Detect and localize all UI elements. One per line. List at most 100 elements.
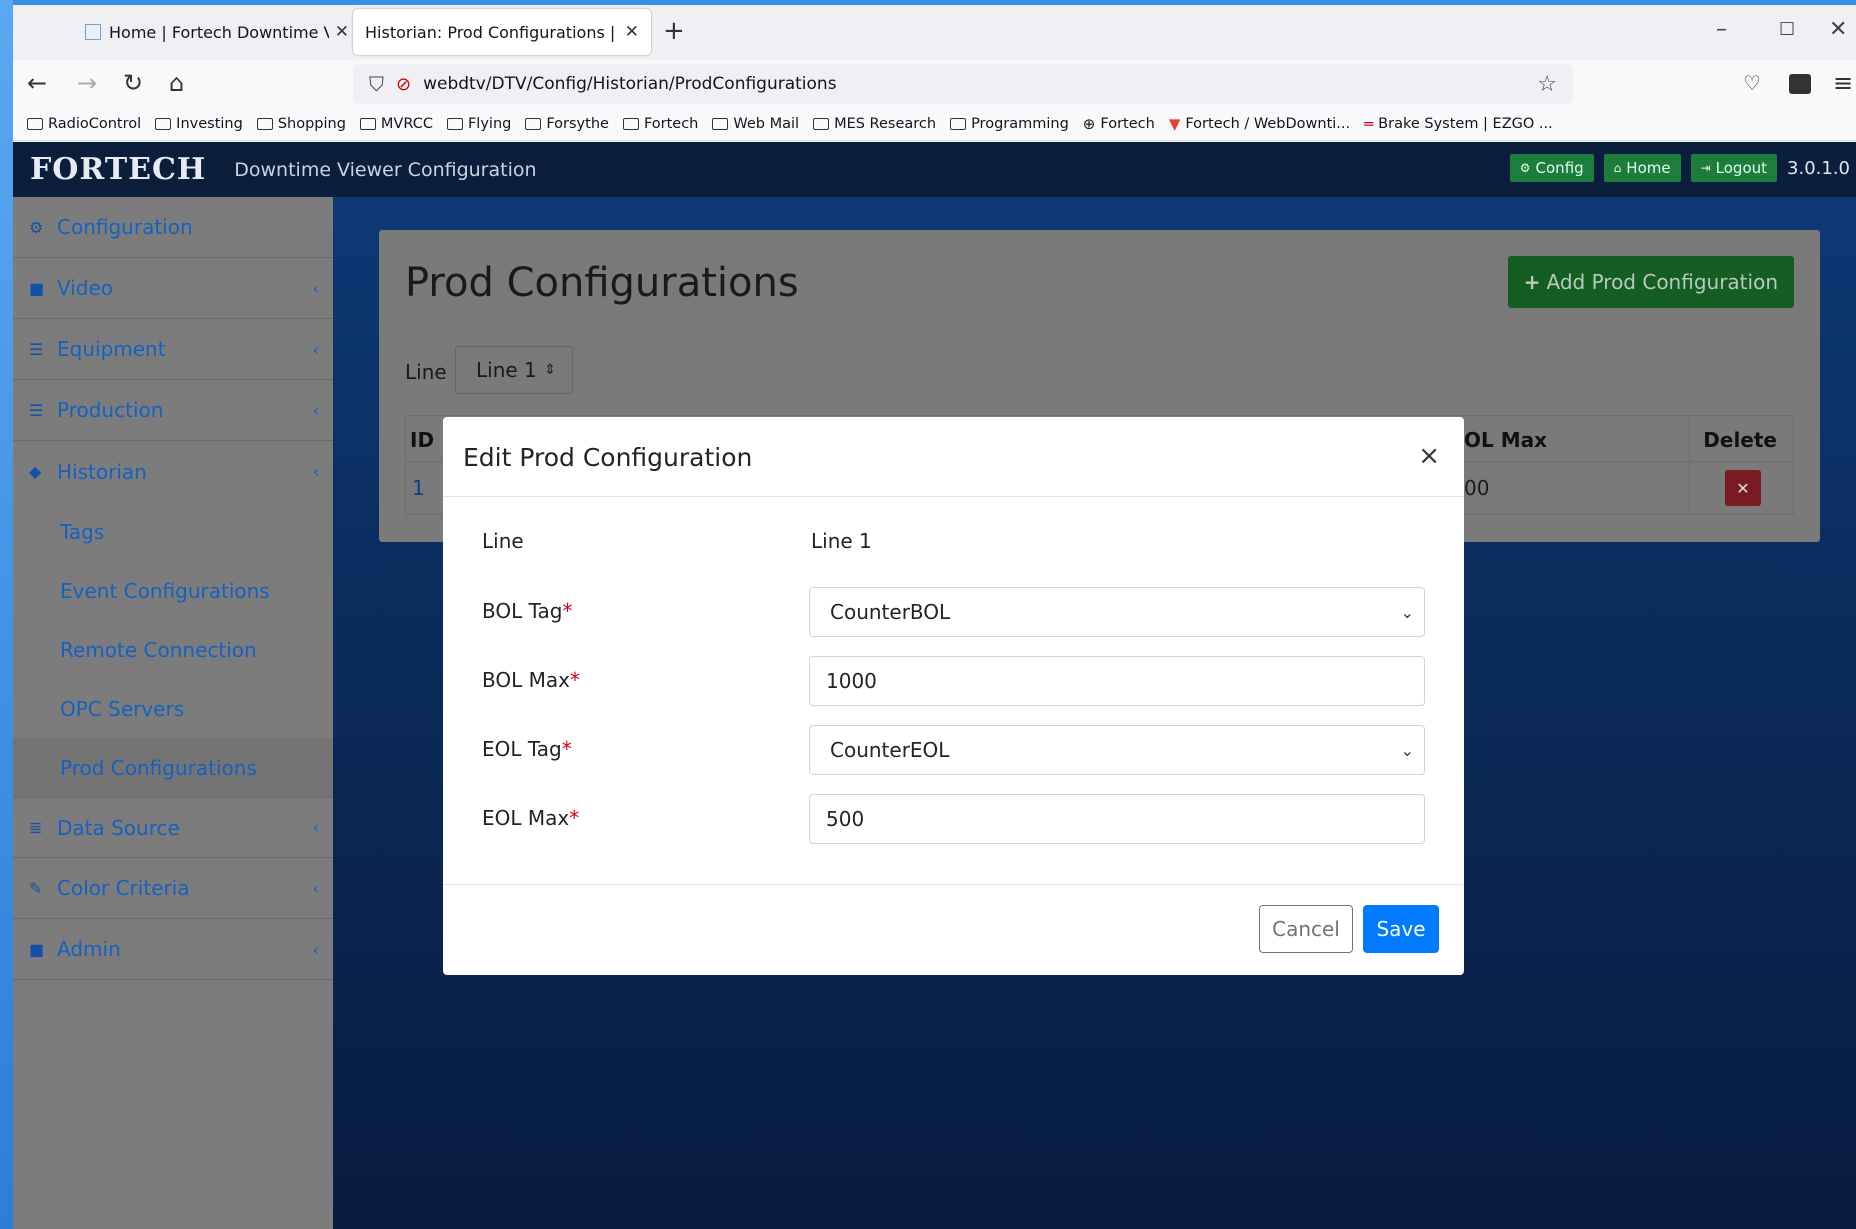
folder-icon [256,118,273,130]
sidebar-subitem-opc-servers[interactable]: OPC Servers [13,679,333,738]
folder-icon [622,118,639,130]
address-bar[interactable]: ⛉ ⊘ webdtv/DTV/Config/Historian/ProdConf… [353,64,1573,104]
forward-icon[interactable]: → [77,70,97,96]
bookmark-item[interactable]: ▼ Fortech / WebDownti... [1169,115,1350,133]
sidebar-item-production[interactable]: ☰ Production ‹ [13,380,333,441]
globe-icon: ⊕ [1082,115,1096,133]
eol-tag-select[interactable]: CounterEOL ⌄ [809,725,1425,775]
sidebar-item-configuration[interactable]: ⚙ Configuration [13,197,333,258]
sidebar-subitem-tags[interactable]: Tags [13,502,333,561]
insecure-lock-icon[interactable]: ⊘ [396,74,411,95]
new-tab-icon[interactable]: + [663,18,685,44]
list-icon: ☰ [29,400,44,420]
bookmark-item[interactable]: Web Mail [712,116,799,132]
delete-row-button[interactable]: ✕ [1725,470,1761,506]
bookmarks-bar: RadioControl Investing Shopping MVRCC Fl… [13,108,1856,141]
sidebar-subitem-remote-connection[interactable]: Remote Connection [13,620,333,679]
line-filter-select[interactable]: Line 1 ⇕ [455,346,573,394]
tab-strip: Home | Fortech Downtime Viewer ✕ Histori… [13,5,1856,60]
sidebar-item-color-criteria[interactable]: ✎ Color Criteria ‹ [13,858,333,919]
logout-button[interactable]: ⇥ Logout [1690,154,1778,182]
bookmark-item[interactable]: ═ Brake System | EZGO ... [1364,115,1553,133]
modal-close-icon[interactable]: × [1418,443,1440,469]
eol-max-input[interactable]: 500 [809,794,1425,844]
bookmark-item[interactable]: Fortech [622,116,698,132]
bookmark-item[interactable]: Flying [446,116,511,132]
bookmark-item[interactable]: Forsythe [525,116,609,132]
sidebar-item-equipment[interactable]: ☰ Equipment ‹ [13,319,333,380]
menu-icon[interactable]: ≡ [1833,70,1853,96]
bol-max-label: BOL Max* [482,668,580,692]
tab-label: Historian: Prod Configurations | Fortech [365,22,619,42]
header-buttons: ⚙ Config ⌂ Home ⇥ Logout 3.0.1.0 [1509,154,1856,182]
tab-prod-configurations[interactable]: Historian: Prod Configurations | Fortech… [353,9,651,55]
fortech-logo[interactable]: FORTECH [30,152,206,187]
bol-tag-select[interactable]: CounterBOL ⌄ [809,587,1425,637]
brand-icon: ═ [1364,115,1374,133]
sidebar-item-admin[interactable]: ■ Admin ‹ [13,919,333,980]
add-prod-configuration-button[interactable]: + Add Prod Configuration [1507,256,1794,308]
cancel-button[interactable]: Cancel [1259,905,1353,953]
database-icon: ≣ [29,818,43,837]
line-filter-label: Line [405,360,447,384]
tags-icon: ◆ [29,462,42,481]
folder-icon [446,118,463,130]
video-camera-icon: ■ [29,278,45,298]
chevron-left-icon: ‹ [312,400,319,420]
close-tab-icon[interactable]: ✕ [335,22,349,42]
desktop-edge [0,0,13,1229]
bol-tag-label: BOL Tag* [482,599,573,623]
maximize-icon[interactable]: ☐ [1779,19,1795,40]
folder-icon [712,118,729,130]
pocket-icon[interactable]: ♡ [1743,70,1761,96]
close-tab-icon[interactable]: ✕ [625,22,639,42]
logout-icon: ⇥ [1700,161,1711,175]
home-icon[interactable]: ⌂ [169,70,184,96]
gitlab-icon: ▼ [1168,115,1181,133]
tab-home[interactable]: Home | Fortech Downtime Viewer ✕ [73,9,361,55]
line-label: Line [482,529,524,553]
folder-icon [950,118,967,130]
row-id-link[interactable]: 1 [412,476,425,500]
sidebar-subitem-event-configurations[interactable]: Event Configurations [13,561,333,620]
bookmark-item[interactable]: Investing [155,116,243,132]
bookmark-item[interactable]: MVRCC [359,116,433,132]
home-button[interactable]: ⌂ Home [1603,154,1681,182]
config-button[interactable]: ⚙ Config [1509,154,1594,182]
sidebar-item-historian[interactable]: ◆ Historian ‹ [13,441,333,502]
eol-tag-row: EOL Tag* CounterEOL ⌄ [443,725,1464,775]
eol-max-row: EOL Max* 500 [443,794,1464,844]
bookmark-item[interactable]: Shopping [256,116,346,132]
sidebar-subitem-prod-configurations[interactable]: Prod Configurations [13,738,333,797]
home-icon: ⌂ [1613,161,1622,175]
row-eol-max: 00 [1464,476,1490,500]
chevron-left-icon: ‹ [312,818,319,837]
folder-icon [359,118,376,130]
modal-footer: Cancel Save [443,884,1464,975]
app-header: FORTECH Downtime Viewer Configuration ⚙ C… [13,142,1856,197]
minimize-icon[interactable]: – [1716,17,1727,42]
sidebar-item-data-source[interactable]: ≣ Data Source ‹ [13,797,333,858]
column-header-eol-max: OL Max [1464,428,1548,452]
bookmark-item[interactable]: ⊕ Fortech [1083,115,1155,133]
bookmark-item[interactable]: RadioControl [27,116,141,132]
window-close-icon[interactable]: ✕ [1829,17,1847,42]
bookmark-item[interactable]: Programming [950,116,1069,132]
reload-icon[interactable]: ↻ [123,70,143,96]
extension-icon[interactable] [1789,74,1811,94]
url-text: webdtv/DTV/Config/Historian/ProdConfigur… [423,74,837,94]
bookmark-item[interactable]: MES Research [813,116,936,132]
chevron-left-icon: ‹ [312,939,319,959]
gear-icon: ⚙ [29,217,44,237]
back-icon[interactable]: ← [27,70,47,96]
bol-max-input[interactable]: 1000 [809,656,1425,706]
browser-window: Home | Fortech Downtime Viewer ✕ Histori… [13,5,1856,1229]
bookmark-star-icon[interactable]: ☆ [1537,72,1557,97]
shield-icon[interactable]: ⛉ [369,72,384,96]
sidebar-item-video[interactable]: ■ Video ‹ [13,258,333,319]
eol-tag-label: EOL Tag* [482,737,572,761]
lock-icon: ■ [29,939,45,959]
modal-title: Edit Prod Configuration [463,443,753,472]
save-button[interactable]: Save [1363,905,1439,953]
folder-icon [155,118,172,130]
